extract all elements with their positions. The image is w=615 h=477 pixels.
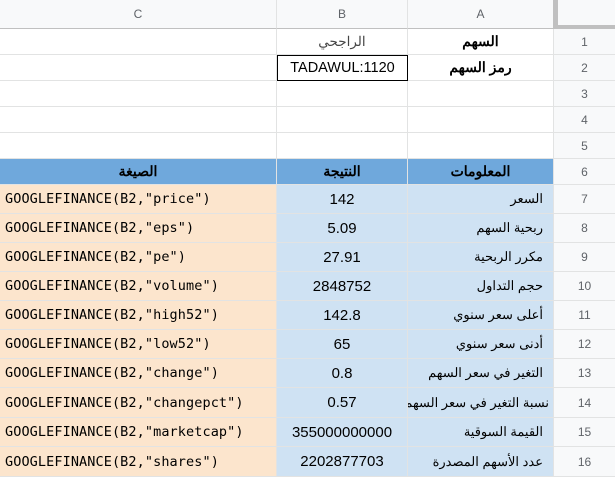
result-cell[interactable]: 142.8 xyxy=(277,301,408,330)
table-row: GOOGLEFINANCE(B2,"low52") 65 أدنى سعر سن… xyxy=(0,330,615,359)
cell-a3[interactable] xyxy=(408,81,554,107)
row-header-11[interactable]: 11 xyxy=(554,301,615,330)
result-cell[interactable]: 2202877703 xyxy=(277,447,408,477)
table-row: GOOGLEFINANCE(B2,"high52") 142.8 أعلى سع… xyxy=(0,301,615,330)
result-cell[interactable]: 142 xyxy=(277,185,408,214)
cell-a4[interactable] xyxy=(408,107,554,133)
row-header-9[interactable]: 9 xyxy=(554,243,615,272)
row-header-13[interactable]: 13 xyxy=(554,359,615,388)
table-header-row: الصيغة النتيجة المعلومات 6 xyxy=(0,159,615,185)
formula-cell[interactable]: GOOGLEFINANCE(B2,"volume") xyxy=(0,272,277,301)
formula-cell[interactable]: GOOGLEFINANCE(B2,"shares") xyxy=(0,447,277,477)
column-header-c[interactable]: C xyxy=(0,0,277,29)
info-cell[interactable]: السعر xyxy=(408,185,554,214)
cell-b1[interactable]: الراجحي xyxy=(277,29,408,55)
select-all-corner[interactable] xyxy=(554,0,615,29)
cell-b5[interactable] xyxy=(277,133,408,159)
formula-cell[interactable]: GOOGLEFINANCE(B2,"change") xyxy=(0,359,277,388)
table-row: GOOGLEFINANCE(B2,"pe") 27.91 مكرر الربحي… xyxy=(0,243,615,272)
table-row: GOOGLEFINANCE(B2,"marketcap") 3550000000… xyxy=(0,418,615,447)
row-header-4[interactable]: 4 xyxy=(554,107,615,133)
row-header-7[interactable]: 7 xyxy=(554,185,615,214)
info-cell[interactable]: نسبة التغير في سعر السهم xyxy=(408,388,554,418)
cell-c2[interactable] xyxy=(0,55,277,81)
row-header-10[interactable]: 10 xyxy=(554,272,615,301)
formula-cell[interactable]: GOOGLEFINANCE(B2,"changepct") xyxy=(0,388,277,418)
table-row: GOOGLEFINANCE(B2,"changepct") 0.57 نسبة … xyxy=(0,388,615,418)
info-cell[interactable]: القيمة السوقية xyxy=(408,418,554,447)
info-cell[interactable]: عدد الأسهم المصدرة xyxy=(408,447,554,477)
info-cell[interactable]: أعلى سعر سنوي xyxy=(408,301,554,330)
result-cell[interactable]: 5.09 xyxy=(277,214,408,243)
row-header-8[interactable]: 8 xyxy=(554,214,615,243)
sheet-row-1: الراجحي السهم 1 xyxy=(0,29,615,55)
sheet-row-3: 3 xyxy=(0,81,615,107)
header-formula[interactable]: الصيغة xyxy=(0,159,277,185)
result-cell[interactable]: 355000000000 xyxy=(277,418,408,447)
row-header-3[interactable]: 3 xyxy=(554,81,615,107)
row-header-12[interactable]: 12 xyxy=(554,330,615,359)
column-header-b[interactable]: B xyxy=(277,0,408,29)
cell-c1[interactable] xyxy=(0,29,277,55)
cell-c4[interactable] xyxy=(0,107,277,133)
formula-cell[interactable]: GOOGLEFINANCE(B2,"price") xyxy=(0,185,277,214)
result-cell[interactable]: 27.91 xyxy=(277,243,408,272)
column-header-row: C B A xyxy=(0,0,615,29)
result-cell[interactable]: 65 xyxy=(277,330,408,359)
row-header-6[interactable]: 6 xyxy=(554,159,615,185)
table-row: GOOGLEFINANCE(B2,"price") 142 السعر 7 xyxy=(0,185,615,214)
result-cell[interactable]: 0.57 xyxy=(277,388,408,418)
row-header-1[interactable]: 1 xyxy=(554,29,615,55)
info-cell[interactable]: التغير في سعر السهم xyxy=(408,359,554,388)
info-cell[interactable]: مكرر الربحية xyxy=(408,243,554,272)
info-cell[interactable]: ربحية السهم xyxy=(408,214,554,243)
result-cell[interactable]: 2848752 xyxy=(277,272,408,301)
info-cell[interactable]: أدنى سعر سنوي xyxy=(408,330,554,359)
formula-cell[interactable]: GOOGLEFINANCE(B2,"eps") xyxy=(0,214,277,243)
table-row: GOOGLEFINANCE(B2,"eps") 5.09 ربحية السهم… xyxy=(0,214,615,243)
cell-c3[interactable] xyxy=(0,81,277,107)
cell-c5[interactable] xyxy=(0,133,277,159)
cell-b3[interactable] xyxy=(277,81,408,107)
cell-a2[interactable]: رمز السهم xyxy=(408,55,554,81)
cell-b4[interactable] xyxy=(277,107,408,133)
spreadsheet-grid: C B A الراجحي السهم 1 TADAWUL:1120 رمز ا… xyxy=(0,0,615,477)
row-header-16[interactable]: 16 xyxy=(554,447,615,477)
column-header-a[interactable]: A xyxy=(408,0,554,29)
row-header-14[interactable]: 14 xyxy=(554,388,615,418)
header-info[interactable]: المعلومات xyxy=(408,159,554,185)
formula-cell[interactable]: GOOGLEFINANCE(B2,"pe") xyxy=(0,243,277,272)
header-result[interactable]: النتيجة xyxy=(277,159,408,185)
sheet-row-5: 5 xyxy=(0,133,615,159)
info-cell[interactable]: حجم التداول xyxy=(408,272,554,301)
result-cell[interactable]: 0.8 xyxy=(277,359,408,388)
cell-b2[interactable]: TADAWUL:1120 xyxy=(277,55,408,81)
sheet-row-4: 4 xyxy=(0,107,615,133)
table-row: GOOGLEFINANCE(B2,"change") 0.8 التغير في… xyxy=(0,359,615,388)
row-header-2[interactable]: 2 xyxy=(554,55,615,81)
row-header-15[interactable]: 15 xyxy=(554,418,615,447)
table-row: GOOGLEFINANCE(B2,"shares") 2202877703 عد… xyxy=(0,447,615,477)
formula-cell[interactable]: GOOGLEFINANCE(B2,"marketcap") xyxy=(0,418,277,447)
formula-cell[interactable]: GOOGLEFINANCE(B2,"low52") xyxy=(0,330,277,359)
table-row: GOOGLEFINANCE(B2,"volume") 2848752 حجم ا… xyxy=(0,272,615,301)
sheet-row-2: TADAWUL:1120 رمز السهم 2 xyxy=(0,55,615,81)
cell-a1[interactable]: السهم xyxy=(408,29,554,55)
formula-cell[interactable]: GOOGLEFINANCE(B2,"high52") xyxy=(0,301,277,330)
cell-a5[interactable] xyxy=(408,133,554,159)
row-header-5[interactable]: 5 xyxy=(554,133,615,159)
